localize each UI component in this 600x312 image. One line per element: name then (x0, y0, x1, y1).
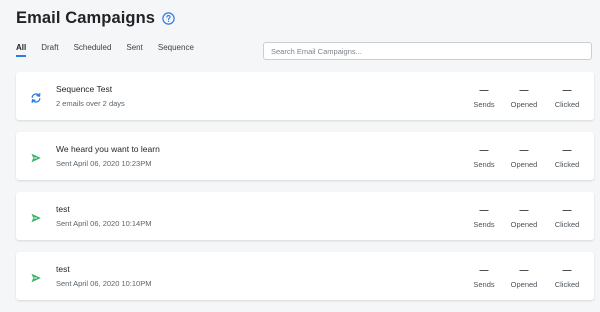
stat-sends-value: — (479, 85, 489, 95)
stat-sends-label: Sends (473, 160, 495, 169)
stat-sends-label: Sends (473, 100, 495, 109)
stat-opened: — Opened (504, 85, 544, 109)
campaign-card-sequence-test[interactable]: Sequence Test 2 emails over 2 days — Sen… (16, 72, 594, 120)
campaign-subtitle: Sent April 06, 2020 10:14PM (56, 219, 152, 228)
stat-sends-value: — (479, 265, 489, 275)
campaign-subtitle: 2 emails over 2 days (56, 99, 125, 108)
tab-all[interactable]: All (16, 43, 27, 57)
campaign-title: test (56, 264, 70, 274)
stat-opened-value: — (519, 85, 529, 95)
tab-scheduled[interactable]: Scheduled (74, 43, 112, 57)
stat-sends: — Sends (464, 265, 504, 289)
sequence-sync-icon (30, 91, 42, 104)
stat-sends: — Sends (464, 205, 504, 229)
page-header: Email Campaigns (16, 7, 175, 29)
stat-opened: — Opened (504, 265, 544, 289)
stat-clicked-label: Clicked (554, 100, 580, 109)
stat-clicked-label: Clicked (554, 160, 580, 169)
stat-opened: — Opened (504, 145, 544, 169)
campaign-title: We heard you want to learn (56, 144, 160, 154)
stat-opened-label: Opened (510, 280, 538, 289)
stat-sends-value: — (479, 145, 489, 155)
campaign-card-test-1010[interactable]: test Sent April 06, 2020 10:10PM — Sends… (16, 252, 594, 300)
tab-sent[interactable]: Sent (126, 43, 142, 57)
campaign-list: Sequence Test 2 emails over 2 days — Sen… (16, 72, 594, 312)
tab-draft[interactable]: Draft (41, 43, 58, 57)
stat-opened-label: Opened (510, 160, 538, 169)
stat-clicked-value: — (562, 265, 572, 275)
campaign-title: test (56, 204, 70, 214)
campaign-subtitle: Sent April 06, 2020 10:23PM (56, 159, 152, 168)
stat-sends: — Sends (464, 145, 504, 169)
sent-paper-plane-icon (30, 271, 42, 283)
stat-opened-value: — (519, 145, 529, 155)
tab-sequence[interactable]: Sequence (158, 43, 194, 57)
campaign-card-we-heard-you-want-to-learn[interactable]: We heard you want to learn Sent April 06… (16, 132, 594, 180)
campaign-tabs: All Draft Scheduled Sent Sequence (16, 43, 209, 57)
stat-opened-label: Opened (510, 220, 538, 229)
stat-opened-value: — (519, 265, 529, 275)
campaign-card-test-1014[interactable]: test Sent April 06, 2020 10:14PM — Sends… (16, 192, 594, 240)
stat-opened: — Opened (504, 205, 544, 229)
sent-paper-plane-icon (30, 211, 42, 223)
stat-clicked: — Clicked (547, 205, 587, 229)
stat-clicked-value: — (562, 205, 572, 215)
stat-clicked-label: Clicked (554, 220, 580, 229)
page-title: Email Campaigns (16, 8, 156, 27)
campaign-subtitle: Sent April 06, 2020 10:10PM (56, 279, 152, 288)
stat-sends: — Sends (464, 85, 504, 109)
stat-opened-label: Opened (510, 100, 538, 109)
campaign-title: Sequence Test (56, 84, 113, 94)
stat-clicked-value: — (562, 145, 572, 155)
stat-clicked: — Clicked (547, 85, 587, 109)
stat-clicked-label: Clicked (554, 280, 580, 289)
stat-opened-value: — (519, 205, 529, 215)
stat-sends-label: Sends (473, 280, 495, 289)
help-circle-icon[interactable] (162, 11, 175, 25)
stat-clicked: — Clicked (547, 265, 587, 289)
search-input[interactable] (263, 42, 592, 60)
stat-clicked: — Clicked (547, 145, 587, 169)
sent-paper-plane-icon (30, 151, 42, 163)
stat-sends-label: Sends (473, 220, 495, 229)
stat-sends-value: — (479, 205, 489, 215)
stat-clicked-value: — (562, 85, 572, 95)
